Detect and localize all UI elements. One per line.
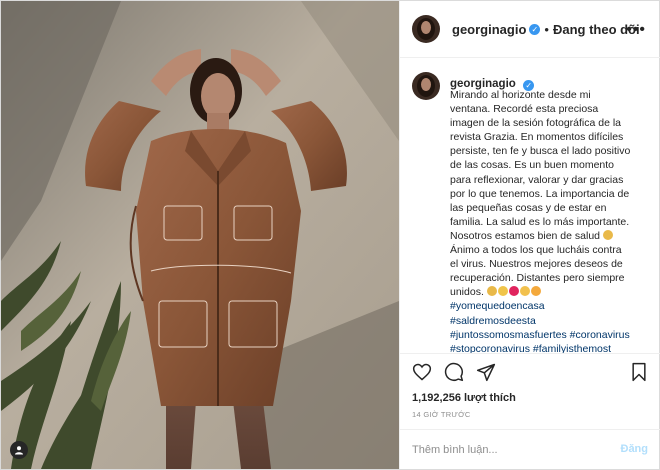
bookmark-icon[interactable] (630, 362, 648, 382)
instagram-post-modal: georginagio ✓ • Đang theo dõi ••• georgi… (0, 0, 660, 470)
thumbs-up-emoji-icon (519, 286, 530, 297)
caption-line: las pequeñas cosas y de estar en (450, 201, 607, 214)
heart-icon[interactable] (412, 362, 432, 382)
comment-input[interactable] (412, 442, 602, 458)
comment-icon[interactable] (444, 362, 464, 382)
caption-line: imagen de la sesión fotográfica de la (450, 117, 622, 130)
praying-hands-emoji-icon (486, 286, 497, 297)
avatar[interactable] (412, 15, 440, 43)
post-timestamp[interactable]: 14 GIỜ TRƯỚC (412, 410, 471, 419)
caption-line: ventana. Recordé esta preciosa (450, 103, 599, 116)
caption-line: unidos. (450, 285, 646, 299)
post-comment-button[interactable]: Đăng (621, 443, 649, 455)
praying-hands-emoji-icon (602, 229, 613, 240)
post-header: georginagio ✓ • Đang theo dõi ••• (400, 1, 660, 58)
share-icon[interactable] (476, 362, 496, 382)
tagged-user-icon[interactable] (10, 441, 28, 459)
flexed-biceps-emoji-icon (497, 286, 508, 297)
comments-area[interactable]: georginagio ✓ Mirando al horizonte desde… (400, 58, 660, 353)
caption-line: Nosotros estamos bien de salud (450, 229, 646, 243)
caption-line: por lo que tenemos. La importancia de (450, 187, 630, 200)
caption-line: familia. La salud es lo más importante. (450, 215, 630, 228)
more-horizontal-icon[interactable]: ••• (626, 21, 646, 39)
hashtag-link[interactable]: #juntossomosmasfuertes #coronavirus (450, 328, 646, 342)
caption-line: para reflexionar, valorar y dar gracias (450, 173, 624, 186)
caption-text: Mirando al horizonte desde mi ventana. R… (450, 88, 646, 353)
hashtag-link[interactable]: #saldremosdeesta (450, 314, 646, 328)
header-username[interactable]: georginagio (452, 22, 526, 37)
caption-line: Mirando al horizonte desde mi (450, 89, 591, 101)
post-photo[interactable] (1, 1, 399, 469)
caption-line: recuperación. Distantes pero siempre (450, 272, 625, 285)
caption-line: persiste, ten fe y busca el lado positiv… (450, 145, 631, 158)
hashtag-link[interactable]: #yomequedoencasa (450, 299, 646, 313)
post-actions: 1,192,256 lượt thích 14 GIỜ TRƯỚC (400, 353, 660, 430)
post-side-panel: georginagio ✓ • Đang theo dõi ••• georgi… (399, 1, 660, 469)
action-icons (412, 362, 496, 382)
likes-count[interactable]: 1,192,256 lượt thích (412, 392, 516, 404)
caption-line: Ánimo a todos los que lucháis contra (450, 244, 622, 257)
caption-line: de las cosas. Es un buen momento (450, 159, 615, 172)
caption-line: revista Grazia. En momentos difíciles (450, 131, 624, 144)
hashtag-link[interactable]: #stopcoronavirus #familyisthemost (450, 342, 646, 353)
comment-box: Đăng (400, 429, 660, 470)
smiling-face-emoji-icon (530, 286, 541, 297)
caption-avatar[interactable] (412, 72, 440, 100)
verified-badge-icon: ✓ (529, 23, 541, 35)
caption-line: el virus. Nuestros mejores deseos de (450, 258, 623, 271)
header-separator: • (544, 21, 549, 37)
red-heart-emoji-icon (508, 286, 519, 297)
